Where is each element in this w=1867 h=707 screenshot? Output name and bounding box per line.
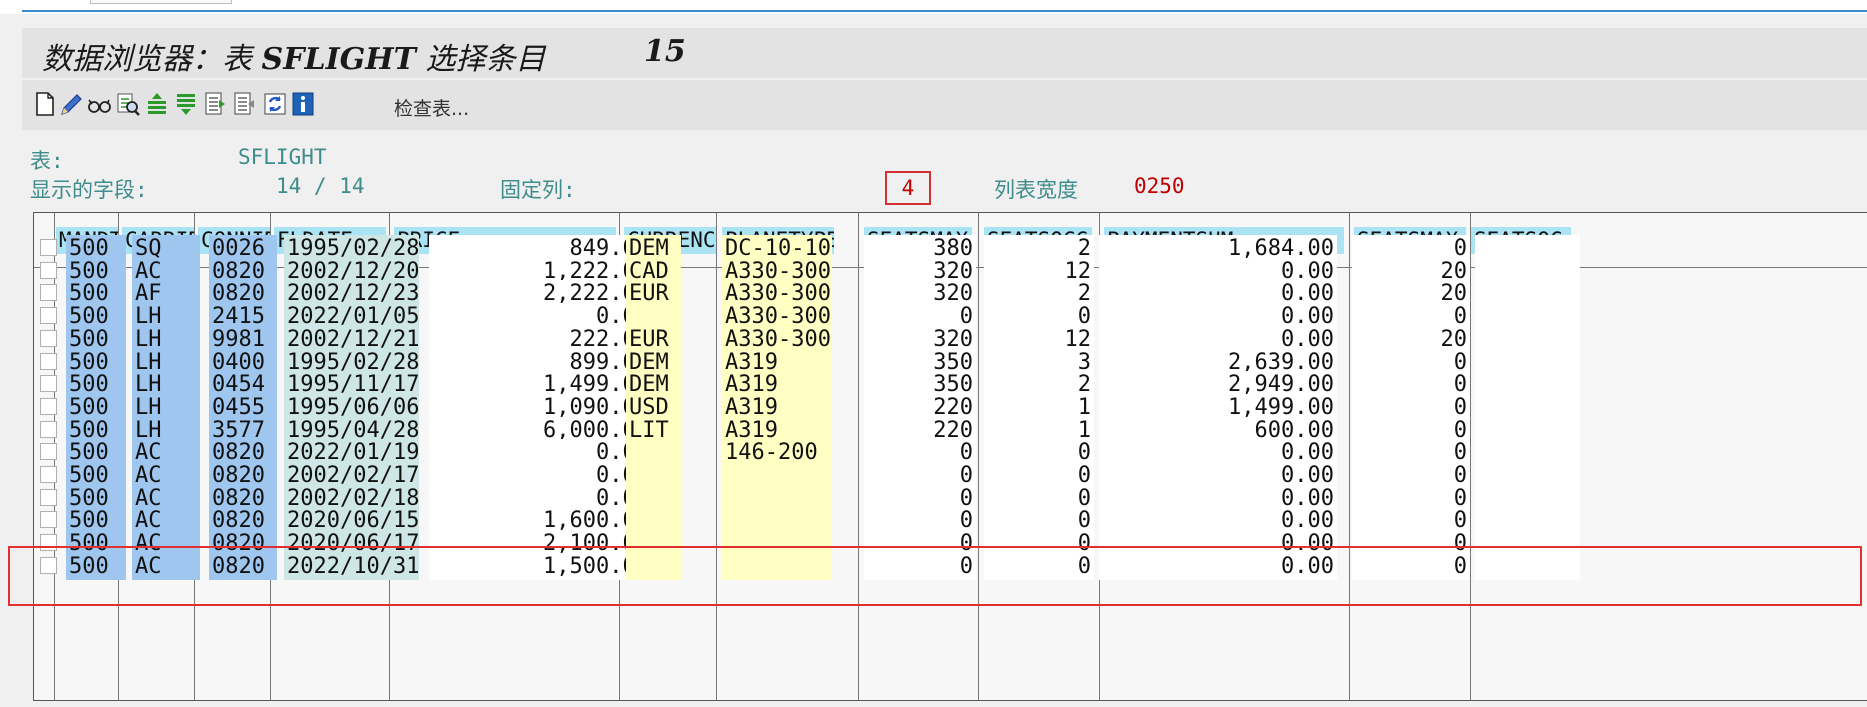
- check-table-button[interactable]: 检查表...: [394, 94, 469, 121]
- title-suffix: 选择条目: [415, 42, 546, 77]
- fixed-columns-input[interactable]: 4: [885, 171, 931, 205]
- info-icon[interactable]: [290, 90, 316, 118]
- deselect-columns-icon[interactable]: [232, 90, 258, 118]
- table-label: 表:: [30, 149, 64, 173]
- title-divider: [22, 10, 1867, 12]
- sort-descending-icon[interactable]: [173, 90, 199, 118]
- title-bar: 数据浏览器：表 SFLIGHT 选择条目 15: [22, 28, 1867, 78]
- select-columns-icon[interactable]: [203, 90, 229, 118]
- find-icon[interactable]: [115, 90, 141, 118]
- entry-count: 15: [644, 34, 686, 69]
- sort-ascending-icon[interactable]: [144, 90, 170, 118]
- row-select-checkbox[interactable]: [40, 307, 57, 325]
- row-select-checkbox[interactable]: [40, 466, 57, 483]
- row-select-checkbox[interactable]: [40, 261, 57, 279]
- row-select-checkbox[interactable]: [40, 397, 57, 415]
- row-select-checkbox[interactable]: [40, 329, 57, 347]
- row-select-checkbox[interactable]: [40, 443, 57, 461]
- fixed-columns-label: 固定列:: [500, 178, 576, 202]
- row-select-checkbox[interactable]: [40, 420, 57, 438]
- row-select-checkbox[interactable]: [40, 239, 57, 256]
- list-width-value: 0250: [1134, 174, 1185, 198]
- top-strip: [0, 0, 1867, 14]
- fields-value: 14 / 14: [276, 174, 365, 198]
- row-select-checkbox[interactable]: [40, 284, 57, 302]
- list-width-label: 列表宽度: [994, 178, 1078, 202]
- row-select-checkbox[interactable]: [40, 375, 57, 393]
- row-select-checkbox[interactable]: [40, 488, 57, 506]
- display-glasses-icon[interactable]: [86, 90, 112, 118]
- page-title: 数据浏览器：表 SFLIGHT 选择条目 15: [42, 34, 686, 78]
- application-toolbar: 检查表...: [22, 80, 1867, 130]
- refresh-icon[interactable]: [262, 90, 288, 118]
- highlight-box: [8, 546, 1862, 606]
- window-tab[interactable]: [90, 0, 232, 4]
- title-prefix: 数据浏览器：表: [42, 42, 262, 77]
- new-document-icon[interactable]: [32, 90, 58, 118]
- row-select-checkbox[interactable]: [40, 352, 57, 370]
- title-table: SFLIGHT: [261, 42, 416, 77]
- results-table: MANDTCARRIDCONNIDFLDATEPRICECURRENCYPLAN…: [33, 212, 1867, 701]
- row-select-checkbox[interactable]: [40, 511, 57, 529]
- edit-pencil-icon[interactable]: [58, 90, 84, 118]
- table-name: SFLIGHT: [238, 145, 327, 169]
- fields-label: 显示的字段:: [30, 178, 148, 202]
